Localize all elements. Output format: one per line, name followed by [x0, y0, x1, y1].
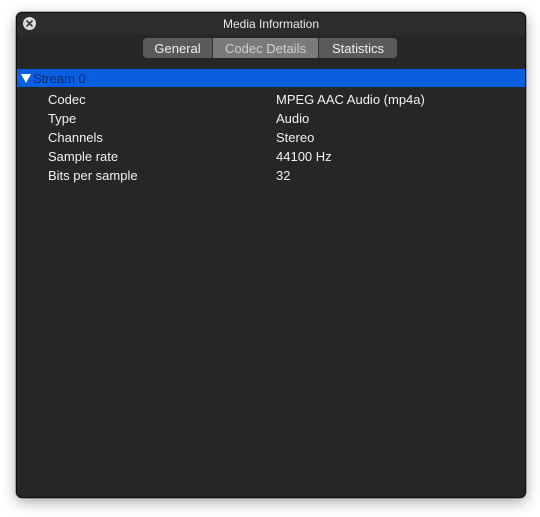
tab-statistics[interactable]: Statistics — [319, 38, 397, 58]
property-key: Bits per sample — [48, 168, 138, 183]
window-title: Media Information — [222, 17, 320, 31]
property-value: MPEG AAC Audio (mp4a) — [276, 92, 425, 107]
property-row: Codec MPEG AAC Audio (mp4a) — [17, 91, 525, 110]
title-bar[interactable]: Media Information — [17, 13, 525, 35]
property-row: Channels Stereo — [17, 129, 525, 148]
property-row: Sample rate 44100 Hz — [17, 148, 525, 167]
property-key: Type — [48, 111, 77, 126]
tab-bar: General Codec Details Statistics — [143, 38, 397, 58]
property-value: Stereo — [276, 130, 315, 145]
property-key: Sample rate — [48, 149, 119, 164]
tab-general[interactable]: General — [143, 38, 213, 58]
property-row: Type Audio — [17, 110, 525, 129]
stream-properties: Codec MPEG AAC Audio (mp4a) Type Audio C… — [17, 91, 525, 186]
property-value: 44100 Hz — [276, 149, 332, 164]
codec-details-panel: Stream 0 Codec MPEG AAC Audio (mp4a) Typ… — [17, 67, 525, 497]
tab-codec-details[interactable]: Codec Details — [213, 38, 319, 58]
property-key: Channels — [48, 130, 103, 145]
property-key: Codec — [48, 92, 86, 107]
property-value: 32 — [276, 168, 291, 183]
property-value: Audio — [276, 111, 310, 126]
media-information-window: Media Information General Codec Details … — [16, 12, 526, 498]
property-row: Bits per sample 32 — [17, 167, 525, 186]
stream-label: Stream 0 — [33, 70, 86, 86]
disclosure-triangle-down-icon[interactable] — [19, 73, 33, 83]
stream-row[interactable]: Stream 0 — [17, 69, 525, 87]
